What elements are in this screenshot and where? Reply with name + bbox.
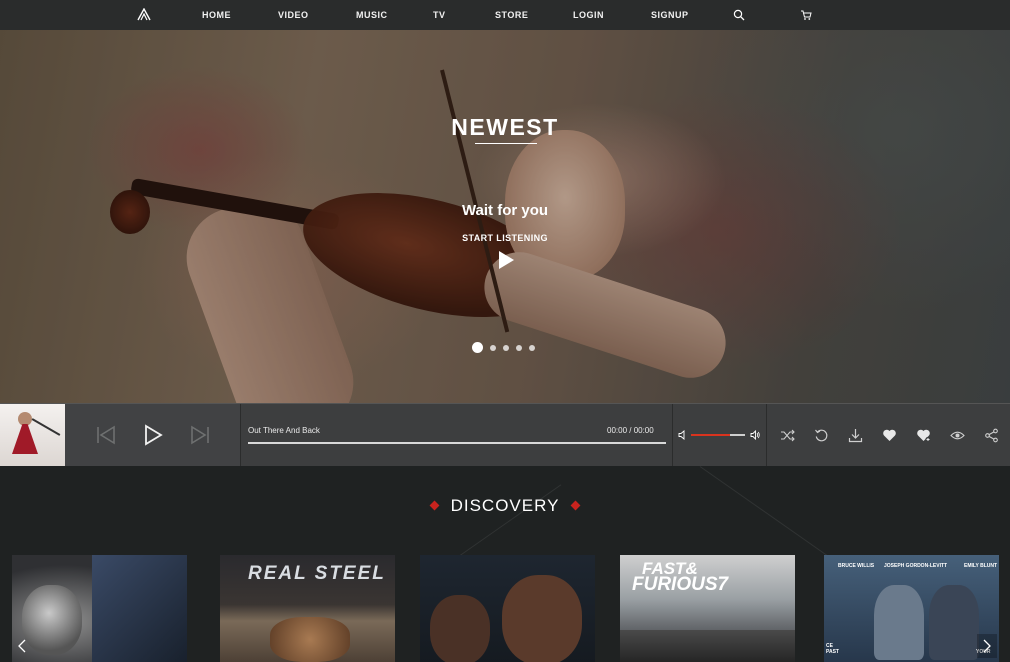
- volume-level: [691, 434, 730, 436]
- chevron-right-icon: [983, 639, 991, 653]
- top-nav: HOME VIDEO MUSIC TV STORE LOGIN SIGNUP: [0, 0, 1010, 30]
- download-icon[interactable]: [848, 428, 863, 443]
- music-player: Out There And Back 00:00 / 00:00: [0, 403, 1010, 467]
- poster-footer-left: CE PAST: [826, 643, 839, 655]
- poster-fast-furious-7[interactable]: FAST& FURIOUS7: [620, 555, 795, 662]
- nav-store[interactable]: STORE: [495, 0, 528, 30]
- play-icon[interactable]: [142, 424, 164, 446]
- volume-low-icon[interactable]: [678, 430, 688, 440]
- poster-cast-3: EMILY BLUNT: [964, 563, 998, 569]
- playback-controls: [65, 404, 241, 467]
- hero-banner: NEWEST Wait for you START LISTENING: [0, 30, 1010, 403]
- discovery-title: DISCOVERY: [450, 496, 560, 515]
- slider-dot-5[interactable]: [529, 344, 535, 351]
- album-thumbnail[interactable]: [0, 404, 65, 467]
- track-title: Out There And Back: [248, 426, 320, 435]
- progress-bar[interactable]: [248, 442, 666, 444]
- logo-icon[interactable]: [137, 8, 151, 21]
- thumbnail-figure-dress: [12, 424, 38, 454]
- hero-play-icon[interactable]: [497, 250, 515, 270]
- heart-icon[interactable]: [882, 428, 897, 443]
- slider-dot-4[interactable]: [516, 344, 522, 351]
- poster-figure: [92, 555, 187, 662]
- start-listening-link[interactable]: START LISTENING: [0, 233, 1010, 243]
- thumbnail-figure-head: [18, 412, 32, 426]
- poster-cast-1: BRUCE WILLIS: [838, 563, 875, 569]
- chevron-left-icon: [18, 639, 26, 653]
- track-time: 00:00 / 00:00: [607, 426, 654, 435]
- poster-figure-left: [874, 585, 924, 660]
- poster-x-men[interactable]: [12, 555, 187, 662]
- eye-icon[interactable]: [950, 428, 965, 443]
- poster-title: REAL STEEL: [248, 563, 386, 584]
- shuffle-icon[interactable]: [780, 428, 795, 443]
- poster-looper[interactable]: BRUCE WILLIS JOSEPH GORDON-LEVITT EMILY …: [824, 555, 999, 662]
- poster-after-earth[interactable]: [420, 555, 595, 662]
- hero-title: NEWEST: [451, 114, 559, 140]
- poster-cars: [620, 630, 795, 662]
- nav-tv[interactable]: TV: [433, 0, 446, 30]
- slider-dots: [472, 342, 535, 353]
- slider-dot-3[interactable]: [503, 344, 509, 351]
- slider-dot-1[interactable]: [472, 342, 483, 353]
- hero-title-underline: [475, 143, 537, 144]
- nav-login[interactable]: LOGIN: [573, 0, 604, 30]
- heart-add-icon[interactable]: [916, 428, 931, 443]
- volume-slider[interactable]: [691, 434, 745, 436]
- hero-subtitle: Wait for you: [461, 202, 549, 219]
- poster-face-left: [430, 595, 490, 662]
- poster-title-line-2: FURIOUS7: [632, 574, 729, 595]
- next-icon[interactable]: [189, 424, 211, 446]
- poster-real-steel[interactable]: REAL STEEL: [220, 555, 395, 662]
- slider-dot-2[interactable]: [490, 344, 496, 351]
- nav-signup[interactable]: SIGNUP: [651, 0, 689, 30]
- poster-face-right: [502, 575, 582, 662]
- previous-icon[interactable]: [95, 424, 117, 446]
- poster-figure-right: [929, 585, 979, 660]
- carousel-next-button[interactable]: [977, 634, 997, 658]
- nav-music[interactable]: MUSIC: [356, 0, 388, 30]
- repeat-icon[interactable]: [814, 428, 829, 443]
- carousel-prev-button[interactable]: [12, 634, 32, 658]
- volume-high-icon[interactable]: [750, 430, 760, 440]
- discovery-section: DISCOVERY REAL STEEL FAST& FURIOUS7 BRUC…: [0, 466, 1010, 662]
- nav-home[interactable]: HOME: [202, 0, 231, 30]
- search-icon[interactable]: [733, 9, 745, 21]
- poster-cast-2: JOSEPH GORDON-LEVITT: [884, 563, 948, 569]
- share-icon[interactable]: [984, 428, 999, 443]
- nav-video[interactable]: VIDEO: [278, 0, 309, 30]
- thumbnail-bow: [31, 418, 61, 436]
- cart-icon[interactable]: [800, 9, 812, 21]
- poster-fist: [270, 617, 350, 662]
